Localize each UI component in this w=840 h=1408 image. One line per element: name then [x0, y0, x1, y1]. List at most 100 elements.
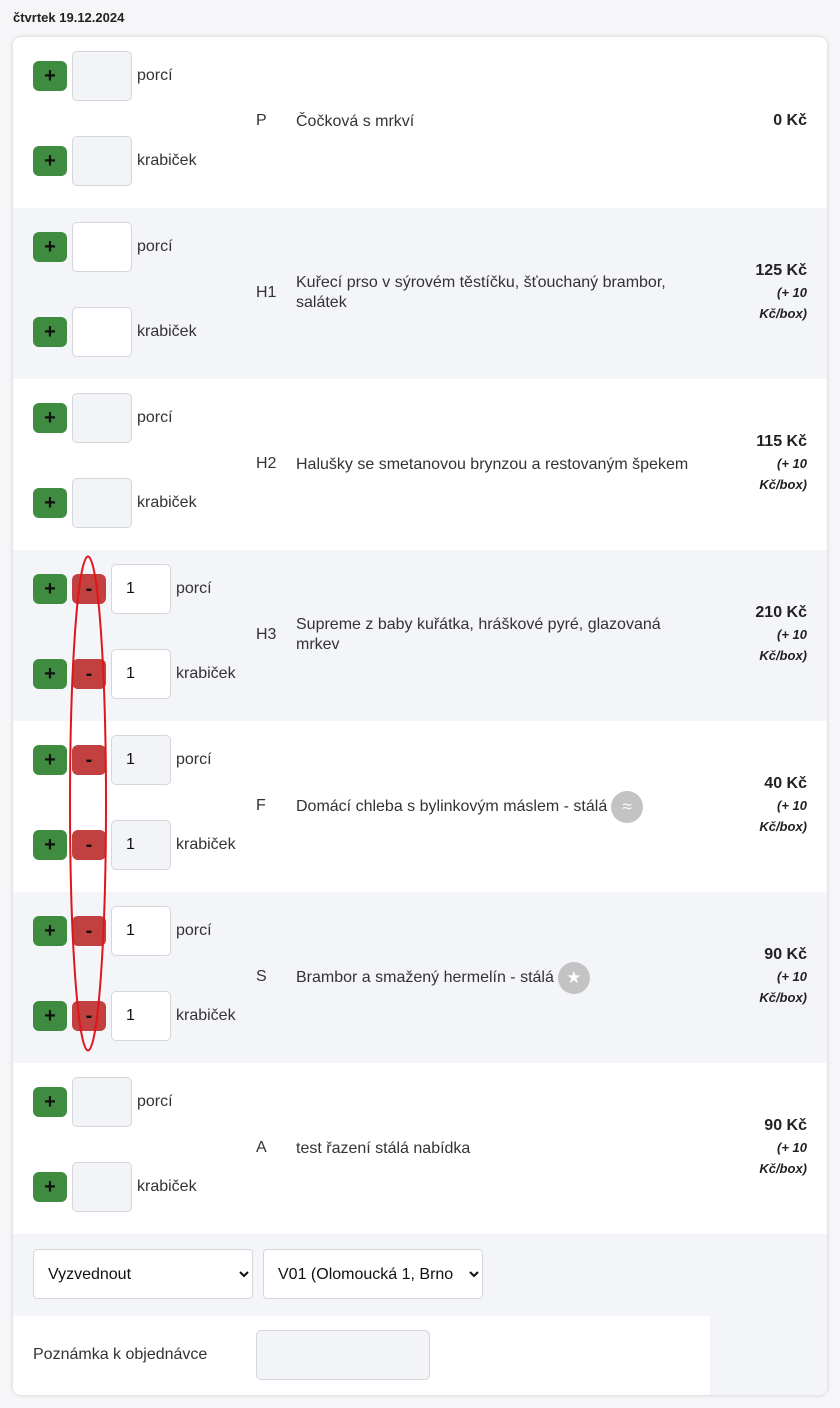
dish-code: S: [256, 968, 267, 985]
order-note-section: Poznámka k objednávce: [13, 1316, 710, 1395]
portions-input[interactable]: [72, 1077, 132, 1127]
price-value: 210 Kč: [755, 604, 807, 621]
add-box-button[interactable]: +: [33, 1001, 67, 1031]
portions-input[interactable]: [111, 735, 171, 785]
boxes-input[interactable]: [111, 820, 171, 870]
dish-row-h2: + porcí + krabiček H2 Halušky se smetano…: [13, 379, 827, 550]
menu-card: + porcí + krabiček P Čočková s mrkví 0 K…: [13, 37, 827, 1395]
box-surcharge: (+ 10 Kč/box): [759, 627, 807, 663]
pickup-location-select[interactable]: V01 (Olomoucká 1, Brno: [263, 1249, 483, 1299]
portions-control: + porcí: [33, 51, 173, 101]
portions-input[interactable]: [72, 222, 132, 272]
boxes-input[interactable]: [72, 307, 132, 357]
add-portion-button[interactable]: +: [33, 574, 67, 604]
box-surcharge: (+ 10 Kč/box): [759, 456, 807, 492]
dish-row-p: + porcí + krabiček P Čočková s mrkví 0 K…: [13, 37, 827, 208]
dish-price: 90 Kč (+ 10 Kč/box): [737, 946, 807, 1008]
remove-portion-button[interactable]: -: [72, 745, 106, 775]
dish-name: Kuřecí prso v sýrovém těstíčku, šťouchan…: [296, 274, 666, 311]
price-value: 125 Kč: [755, 262, 807, 279]
dish-row-s: + - porcí + - krabiček S Brambor a smaže…: [13, 892, 827, 1063]
dish-name: Domácí chleba s bylinkovým máslem - stál…: [296, 791, 696, 823]
dish-code: A: [256, 1139, 267, 1156]
add-portion-button[interactable]: +: [33, 916, 67, 946]
portions-label: porcí: [137, 1093, 173, 1110]
boxes-control: + krabiček: [33, 307, 197, 357]
portions-input[interactable]: [111, 906, 171, 956]
dish-name: Halušky se smetanovou brynzou a restovan…: [296, 456, 689, 473]
add-box-button[interactable]: +: [33, 1172, 67, 1202]
boxes-control: + krabiček: [33, 478, 197, 528]
dish-name-text: Brambor a smažený hermelín - stálá: [296, 969, 554, 987]
add-portion-button[interactable]: +: [33, 232, 67, 262]
price-value: 115 Kč: [756, 433, 807, 450]
boxes-input[interactable]: [72, 478, 132, 528]
remove-box-button[interactable]: -: [72, 830, 106, 860]
boxes-label: krabiček: [176, 665, 236, 682]
portions-label: porcí: [176, 580, 212, 597]
boxes-input[interactable]: [111, 991, 171, 1041]
dish-code: H3: [256, 626, 277, 643]
dish-row-h1: + porcí + krabiček H1 Kuřecí prso v sýro…: [13, 208, 827, 379]
price-value: 90 Kč: [764, 946, 807, 963]
boxes-control: + - krabiček: [33, 991, 236, 1041]
add-portion-button[interactable]: +: [33, 403, 67, 433]
price-value: 0 Kč: [773, 112, 807, 129]
box-surcharge: (+ 10 Kč/box): [759, 969, 807, 1005]
note-side-panel: [710, 1316, 827, 1395]
add-portion-button[interactable]: +: [33, 745, 67, 775]
dish-name: Brambor a smažený hermelín - stálá ★: [296, 962, 696, 994]
boxes-input[interactable]: [111, 649, 171, 699]
date-heading: čtvrtek 19.12.2024: [13, 10, 125, 25]
order-note-input[interactable]: [256, 1330, 430, 1380]
portions-control: + - porcí: [33, 564, 212, 614]
remove-portion-button[interactable]: -: [72, 916, 106, 946]
boxes-input[interactable]: [72, 1162, 132, 1212]
boxes-control: + - krabiček: [33, 649, 236, 699]
remove-box-button[interactable]: -: [72, 1001, 106, 1031]
portions-label: porcí: [137, 67, 173, 84]
add-box-button[interactable]: +: [33, 830, 67, 860]
boxes-label: krabiček: [137, 152, 197, 169]
portions-input[interactable]: [111, 564, 171, 614]
add-portion-button[interactable]: +: [33, 61, 67, 91]
dish-code: H1: [256, 284, 277, 301]
dish-price: 210 Kč (+ 10 Kč/box): [737, 604, 807, 666]
add-box-button[interactable]: +: [33, 317, 67, 347]
portions-control: + - porcí: [33, 906, 212, 956]
add-box-button[interactable]: +: [33, 146, 67, 176]
portions-control: + porcí: [33, 1077, 173, 1127]
add-portion-button[interactable]: +: [33, 1087, 67, 1117]
delivery-method-select[interactable]: Vyzvednout: [33, 1249, 253, 1299]
boxes-control: + krabiček: [33, 1162, 197, 1212]
boxes-control: + krabiček: [33, 136, 197, 186]
boxes-input[interactable]: [72, 136, 132, 186]
boxes-label: krabiček: [176, 1007, 236, 1024]
remove-portion-button[interactable]: -: [72, 574, 106, 604]
dish-price: 40 Kč (+ 10 Kč/box): [737, 775, 807, 837]
remove-box-button[interactable]: -: [72, 659, 106, 689]
portions-input[interactable]: [72, 51, 132, 101]
portions-label: porcí: [176, 751, 212, 768]
dish-name: test řazení stálá nabídka: [296, 1140, 471, 1157]
dish-name-text: Domácí chleba s bylinkovým máslem - stál…: [296, 798, 608, 816]
box-surcharge: (+ 10 Kč/box): [759, 1140, 807, 1176]
dish-code: F: [256, 797, 266, 814]
add-box-button[interactable]: +: [33, 488, 67, 518]
price-value: 90 Kč: [764, 1117, 807, 1134]
dish-row-h3: + - porcí + - krabiček H3 Supreme z baby…: [13, 550, 827, 721]
dish-price: 115 Kč (+ 10 Kč/box): [737, 433, 807, 495]
dish-name: Supreme z baby kuřátka, hráškové pyré, g…: [296, 616, 661, 653]
portions-input[interactable]: [72, 393, 132, 443]
portions-label: porcí: [137, 409, 173, 426]
portions-control: + - porcí: [33, 735, 212, 785]
boxes-label: krabiček: [176, 836, 236, 853]
dish-code: P: [256, 112, 267, 129]
boxes-label: krabiček: [137, 1178, 197, 1195]
box-surcharge: (+ 10 Kč/box): [759, 798, 807, 834]
bread-icon: ≈: [611, 791, 644, 823]
price-value: 40 Kč: [764, 775, 807, 792]
dish-row-a: + porcí + krabiček A test řazení stálá n…: [13, 1063, 827, 1234]
add-box-button[interactable]: +: [33, 659, 67, 689]
dish-name: Čočková s mrkví: [296, 113, 415, 130]
